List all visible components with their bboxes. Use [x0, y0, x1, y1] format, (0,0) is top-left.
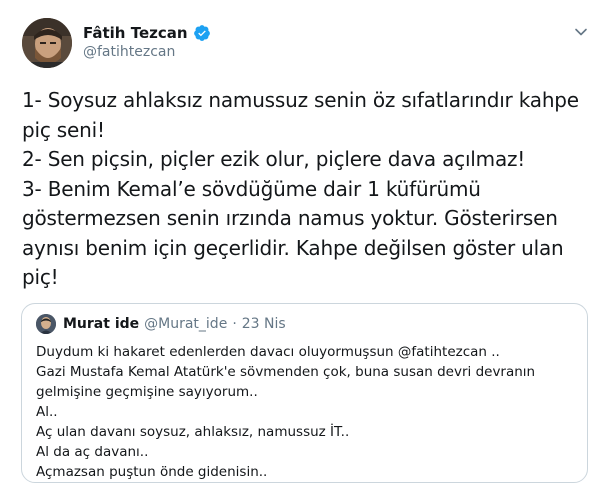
tweet-line: göstermezsen senin ırzında namus yoktur.…	[22, 206, 558, 230]
verified-badge-icon	[193, 24, 211, 42]
user-photo-icon	[22, 18, 72, 68]
quoted-line: Açmazsan puştun önde gidenisin..	[36, 464, 268, 480]
quoted-line: Aç ulan davanı soysuz, ahlaksız, namussu…	[36, 424, 350, 440]
author-handle[interactable]: @fatihtezcan	[83, 44, 175, 60]
quoted-line: gelmişine geçmişine sayıyorum..	[36, 384, 258, 400]
chevron-down-icon[interactable]	[574, 24, 588, 38]
tweet-line: 3- Benim Kemal’e sövdüğüme dair 1 küfürü…	[22, 176, 481, 201]
quoted-tweet-text: Duydum ki hakaret edenlerden davacı oluy…	[36, 342, 576, 482]
tweet-line: aynısı benim için geçerlidir. Kahpe deği…	[22, 235, 564, 260]
quoted-tweet[interactable]: Murat ide @Murat_ide · 23 Nis Duydum ki …	[21, 303, 588, 483]
quoted-tweet-date: 23 Nis	[241, 316, 286, 332]
quoted-line: Al..	[36, 404, 58, 420]
quoted-tweet-header: Murat ide @Murat_ide · 23 Nis	[36, 314, 286, 334]
quoted-author-name: Murat ide	[63, 316, 140, 332]
author-name[interactable]: Fâtih Tezcan	[83, 24, 188, 42]
user-photo-icon	[36, 314, 56, 334]
tweet-line: piç seni!	[22, 117, 105, 142]
quoted-author-avatar	[36, 314, 56, 334]
separator-dot: ·	[232, 316, 237, 332]
quoted-line: Gazi Mustafa Kemal Atatürk'e sövmenden ç…	[36, 364, 536, 380]
tweet-line: piç!	[22, 265, 59, 289]
tweet-line: 1- Soysuz ahlaksız namussuz senin öz sıf…	[22, 88, 579, 112]
author-name-row: Fâtih Tezcan	[83, 22, 211, 44]
quoted-line: Duydum ki hakaret edenlerden davacı oluy…	[36, 344, 500, 360]
tweet-card: Fâtih Tezcan @fatihtezcan 1- Soysuz ahla…	[0, 0, 609, 492]
quoted-line: Al da aç davanı..	[36, 444, 149, 460]
tweet-line: 2- Sen piçsin, piçler ezik olur, piçlere…	[22, 147, 526, 171]
tweet-text: 1- Soysuz ahlaksız namussuz senin öz sıf…	[22, 86, 597, 293]
author-avatar[interactable]	[22, 18, 72, 68]
quoted-author-handle: @Murat_ide	[144, 316, 228, 332]
